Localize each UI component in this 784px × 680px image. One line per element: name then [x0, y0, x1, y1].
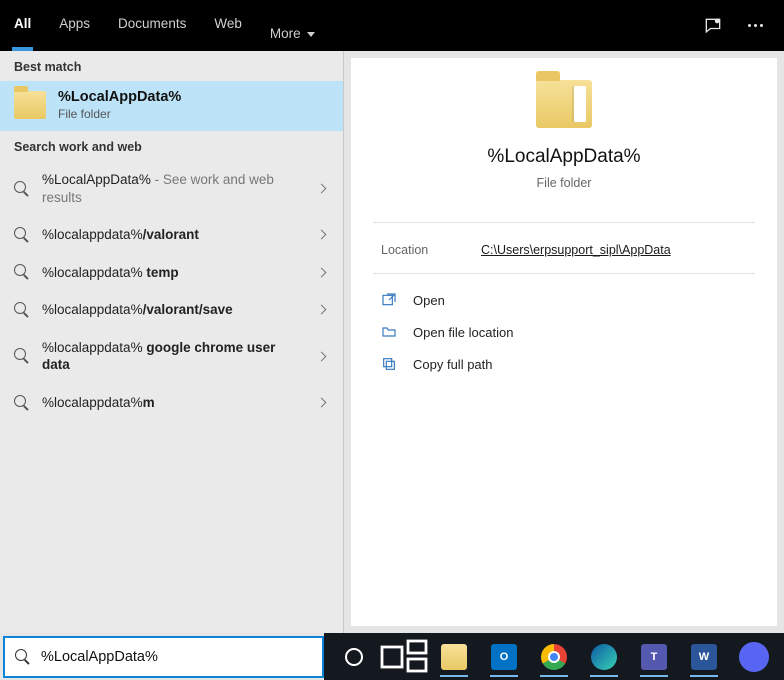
taskbar-app-discord[interactable]	[730, 637, 778, 677]
task-view-button[interactable]	[380, 637, 428, 677]
feedback-icon[interactable]	[692, 0, 734, 51]
tab-more-label: More	[270, 26, 301, 41]
edge-icon	[591, 644, 617, 670]
action-copy-path[interactable]: Copy full path	[351, 348, 777, 380]
outlook-icon: O	[491, 644, 517, 670]
section-header-best-match: Best match	[0, 51, 343, 81]
taskbar-app-outlook[interactable]: O	[480, 637, 528, 677]
action-open[interactable]: Open	[351, 284, 777, 316]
cortana-icon	[345, 648, 363, 666]
folder-open-icon	[381, 324, 397, 340]
tab-more[interactable]: More	[256, 0, 329, 51]
taskbar-app-explorer[interactable]	[430, 637, 478, 677]
suggestion-text: %localappdata%m	[42, 394, 306, 412]
preview-location-row: Location C:\Users\erpsupport_sipl\AppDat…	[351, 223, 777, 273]
folder-icon	[536, 80, 592, 128]
search-icon	[14, 264, 30, 280]
search-box[interactable]	[3, 636, 324, 678]
action-open-location-label: Open file location	[413, 325, 513, 340]
results-list: Best match %LocalAppData% File folder Se…	[0, 51, 344, 633]
word-icon: W	[691, 644, 717, 670]
taskbar-app-word[interactable]: W	[680, 637, 728, 677]
discord-icon	[739, 642, 769, 672]
search-results-area: Best match %LocalAppData% File folder Se…	[0, 51, 784, 633]
bottom-bar: O T W	[0, 633, 784, 680]
search-scope-tabs: All Apps Documents Web More	[0, 0, 784, 51]
chevron-right-icon	[317, 305, 327, 315]
chevron-right-icon	[317, 230, 327, 240]
search-suggestion[interactable]: %LocalAppData% - See work and web result…	[0, 161, 343, 216]
chevron-down-icon	[307, 32, 315, 37]
action-copy-path-label: Copy full path	[413, 357, 493, 372]
copy-icon	[381, 356, 397, 372]
search-icon	[14, 395, 30, 411]
search-suggestion[interactable]: %localappdata% google chrome user data	[0, 329, 343, 384]
more-options-icon[interactable]	[734, 0, 776, 51]
suggestion-text: %localappdata% google chrome user data	[42, 339, 306, 374]
file-explorer-icon	[441, 644, 467, 670]
tabs-group: All Apps Documents Web More	[0, 0, 329, 51]
taskbar-app-edge[interactable]	[580, 637, 628, 677]
taskbar-app-teams[interactable]: T	[630, 637, 678, 677]
tab-apps[interactable]: Apps	[45, 0, 104, 51]
chevron-right-icon	[317, 184, 327, 194]
cortana-button[interactable]	[330, 637, 378, 677]
open-icon	[381, 292, 397, 308]
chevron-right-icon	[317, 351, 327, 361]
action-open-location[interactable]: Open file location	[351, 316, 777, 348]
search-suggestion[interactable]: %localappdata%/valorant	[0, 216, 343, 254]
tab-all[interactable]: All	[0, 0, 45, 51]
search-icon	[14, 302, 30, 318]
suggestion-text: %LocalAppData% - See work and web result…	[42, 171, 306, 206]
chevron-right-icon	[317, 398, 327, 408]
preview-subtitle: File folder	[537, 176, 592, 190]
tab-documents[interactable]: Documents	[104, 0, 200, 51]
search-icon	[14, 227, 30, 243]
location-link[interactable]: C:\Users\erpsupport_sipl\AppData	[481, 243, 671, 257]
taskbar: O T W	[324, 633, 784, 680]
search-suggestion[interactable]: %localappdata%m	[0, 384, 343, 422]
best-match-result[interactable]: %LocalAppData% File folder	[0, 81, 343, 131]
search-icon	[15, 649, 31, 665]
chrome-icon	[541, 644, 567, 670]
search-input[interactable]	[41, 649, 312, 665]
location-label: Location	[381, 243, 481, 257]
search-icon	[14, 181, 30, 197]
action-open-label: Open	[413, 293, 445, 308]
suggestion-text: %localappdata%/valorant	[42, 226, 306, 244]
teams-icon: T	[641, 644, 667, 670]
best-match-subtitle: File folder	[58, 107, 181, 121]
search-icon	[14, 348, 30, 364]
folder-icon	[14, 91, 46, 119]
task-view-icon	[380, 639, 428, 675]
chevron-right-icon	[317, 267, 327, 277]
search-suggestion[interactable]: %localappdata%/valorant/save	[0, 291, 343, 329]
preview-pane: %LocalAppData% File folder Location C:\U…	[351, 58, 777, 626]
best-match-title: %LocalAppData%	[58, 89, 181, 105]
suggestion-text: %localappdata%/valorant/save	[42, 301, 306, 319]
preview-title: %LocalAppData%	[487, 146, 640, 168]
suggestion-text: %localappdata% temp	[42, 264, 306, 282]
tab-web[interactable]: Web	[200, 0, 256, 51]
section-header-search-web: Search work and web	[0, 131, 343, 161]
search-suggestion[interactable]: %localappdata% temp	[0, 254, 343, 292]
taskbar-app-chrome[interactable]	[530, 637, 578, 677]
